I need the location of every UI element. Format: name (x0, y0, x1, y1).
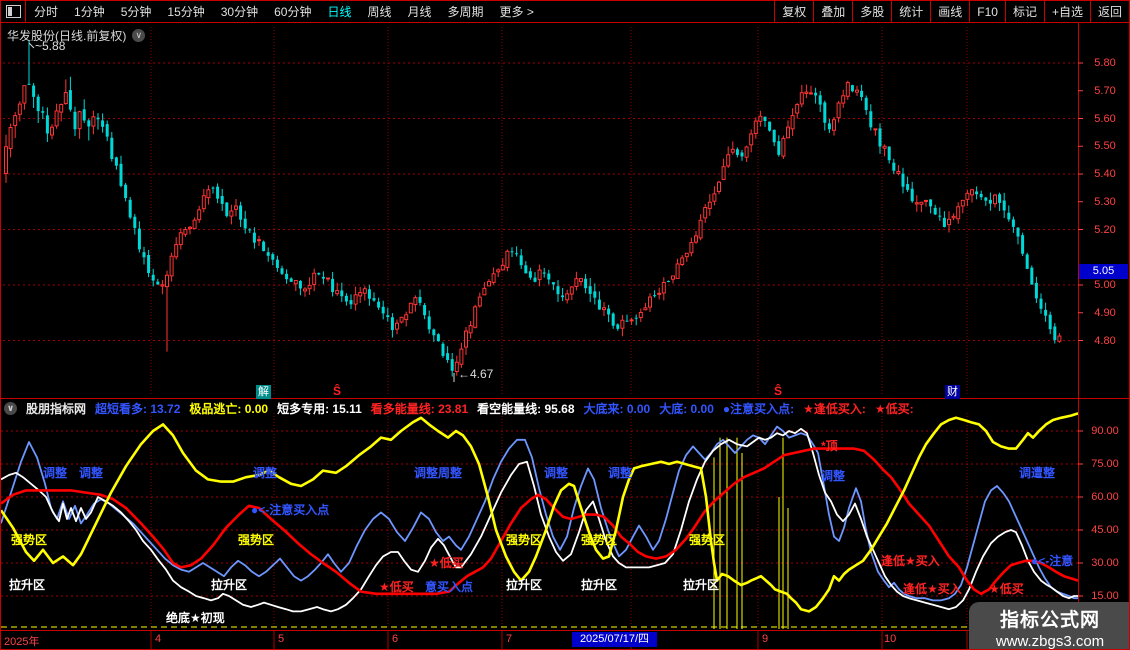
chevron-down-circle-icon[interactable]: ∨ (132, 29, 146, 42)
price-axis-label: 4.80 (1094, 334, 1116, 347)
indicator-annotation-25: 逢低★买入 (903, 582, 962, 596)
crosshair-date-tag: 2025/07/17/四 (572, 632, 657, 647)
indicator-header-item-2: 极品逃亡: 0.00 (189, 402, 269, 416)
indicator-annotation-2: 调整 (253, 466, 278, 480)
price-axis-label: 5.70 (1094, 84, 1116, 97)
frame-layer (1, 23, 1129, 649)
candles-layer (4, 40, 1062, 377)
indicator-annotation-17: 拉升区 (581, 578, 618, 592)
title-row: 华发股份(日线.前复权) ∨ (7, 27, 146, 44)
low-price-annotation: ←4.67 (458, 367, 494, 381)
time-axis: 2025年 2025/07/17/四 456791011 (1, 631, 1129, 649)
watermark: 指标公式网 www.zbgs3.com (969, 602, 1129, 650)
month-label-10: 10 (884, 633, 897, 645)
tdx-window: 分时 1分钟 5分钟 15分钟 30分钟 60分钟 日线 周线 月线 多周期 更多 > 复权 叠加 多股… (0, 0, 1130, 650)
price-axis-label: 4.90 (1094, 306, 1116, 319)
indicator-annotation-15: 拉升区 (211, 578, 248, 592)
indicator-axis-label: 15.00 (1091, 590, 1119, 602)
event-marker-解[interactable]: 解 (256, 385, 271, 399)
price-axis-label: 5.40 (1094, 168, 1116, 180)
indicator-axis-label: 30.00 (1091, 557, 1119, 569)
price-axis-label: 5.00 (1094, 279, 1116, 291)
month-label-5: 5 (278, 633, 285, 645)
price-axis-label: 5.50 (1094, 140, 1116, 153)
indicator-annotation-9: 强势区 (11, 533, 48, 547)
indicator-header-item-10: ★低买: (874, 402, 914, 416)
indicator-header-item-6: 大底来: 0.00 (583, 402, 651, 416)
month-label-6: 6 (392, 633, 399, 645)
indicator-axis-label: 90.00 (1091, 425, 1119, 437)
price-axis-label: 5.80 (1094, 57, 1116, 69)
stock-title: 华发股份(日线.前复权) (7, 29, 127, 43)
indicator-annotation-26: ★低买 (989, 582, 1024, 596)
indicator-collapse-icon[interactable]: ∨ (4, 402, 17, 415)
indicator-annotation-6: 调整 (821, 469, 846, 483)
indicator-annotation-5: 调整 (608, 466, 633, 480)
month-label-4: 4 (155, 633, 162, 645)
indicator-annotation-27: ●<-注意 (1031, 554, 1074, 568)
indicator-annotation-12: 强势区 (581, 533, 618, 547)
month-label-9: 9 (762, 633, 769, 645)
indicator-annotation-3: 调整周整 (414, 466, 463, 480)
indicator-axis-label: 60.00 (1091, 491, 1119, 503)
indicator-header-item-3: 短多专用: 15.11 (277, 402, 362, 416)
watermark-title: 指标公式网 (999, 610, 1100, 631)
indicator-annotation-13: 强势区 (689, 533, 726, 547)
indicator-annotation-19: 绝底★初现 (166, 611, 225, 625)
indicator-header-item-9: ★逢低买入: (803, 402, 866, 416)
indicator-annotation-24: 逢低★买入 (881, 554, 940, 568)
price-axis-label: 5.30 (1094, 195, 1116, 208)
indicator-header-item-7: 大底: 0.00 (659, 402, 714, 416)
indicator-line-red (1, 447, 1079, 596)
price-tag: 5.05 (1079, 264, 1128, 280)
indicator-header-item-5: 看空能量线: 95.68 (477, 402, 575, 416)
indicator-annotation-18: 拉升区 (683, 578, 720, 592)
charts-canvas[interactable] (1, 1, 1130, 650)
indicator-header-item-1: 超短看多: 13.72 (95, 402, 181, 416)
signal-marker-s[interactable]: Ŝ (333, 385, 341, 397)
price-axis-label: 5.20 (1094, 223, 1116, 236)
event-marker-财[interactable]: 财 (945, 385, 960, 399)
indicator-header-item-0: 股朋指标网 (26, 402, 87, 416)
indicator-annotation-4: 调整 (544, 466, 569, 480)
indicator-annotation-0: 调整 (43, 466, 68, 480)
watermark-url: www.zbgs3.com (995, 633, 1105, 650)
indicator-annotation-10: 强势区 (238, 533, 275, 547)
indicator-annotation-21: ★低买 (379, 580, 414, 594)
indicator-annotation-22: 意买入点 (425, 580, 474, 594)
indicator-header: ∨ 股朋指标网 超短看多: 13.72 极品逃亡: 0.00 短多专用: 15.11 看… (4, 400, 1078, 417)
indicator-header-item-4: 看多能量线: 23.81 (370, 402, 469, 416)
indicator-annotation-11: 强势区 (506, 533, 543, 547)
price-axis-label: 5.60 (1094, 112, 1116, 125)
indicator-annotation-23: *顶 (821, 439, 838, 453)
indicator-annotation-1: 调整 (79, 466, 104, 480)
indicator-annotation-14: 拉升区 (9, 578, 46, 592)
indicator-annotation-8: ●<-注意买入点 (251, 503, 330, 517)
indicator-axis-label: 45.00 (1091, 524, 1119, 536)
month-label-7: 7 (506, 633, 513, 645)
indicator-annotation-20: ★低买 (429, 556, 464, 570)
indicator-annotation-16: 拉升区 (506, 578, 543, 592)
indicator-annotation-7: 调遭整 (1019, 466, 1056, 480)
indicator-header-item-8: ●注意买入点: (722, 402, 795, 416)
year-label: 2025年 (4, 636, 40, 648)
indicator-axis-label: 75.00 (1091, 458, 1119, 470)
signal-marker-s[interactable]: Ŝ (774, 385, 782, 397)
